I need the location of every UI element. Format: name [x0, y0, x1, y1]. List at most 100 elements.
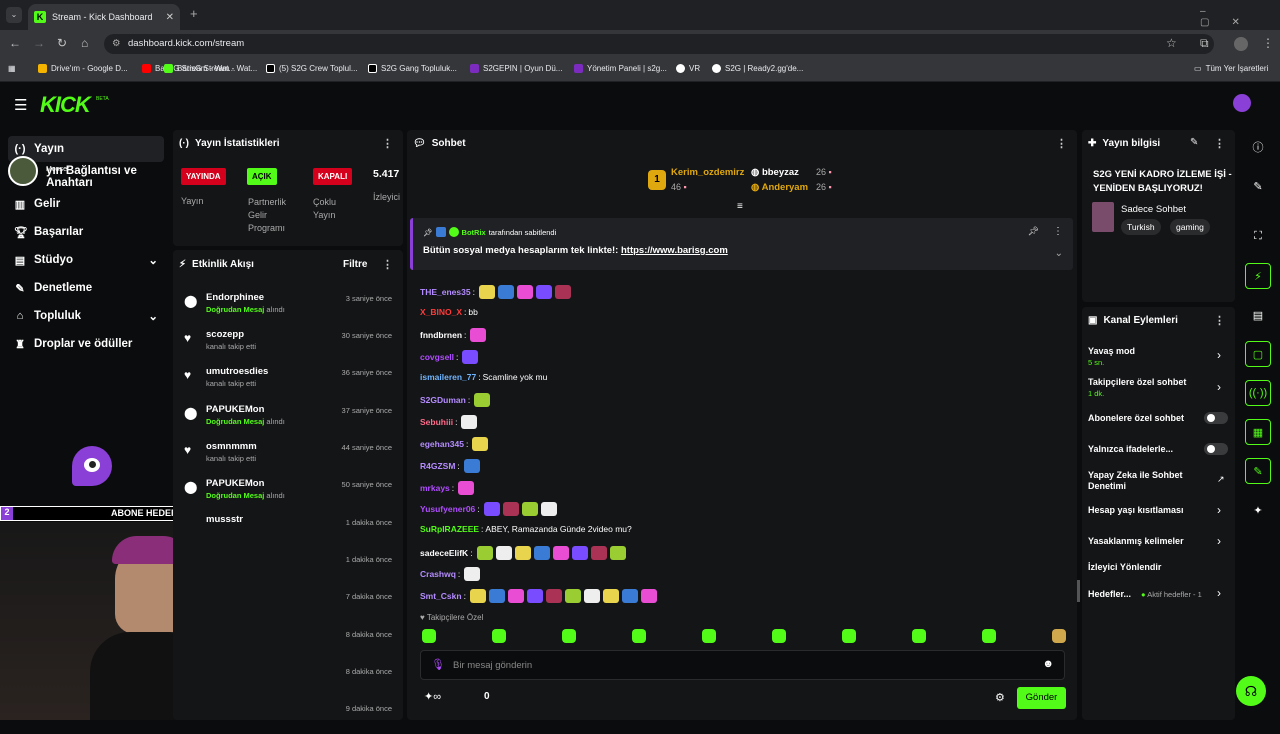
emote-icon[interactable]	[540, 502, 557, 516]
emote-icon[interactable]	[590, 546, 607, 560]
chat-username[interactable]: sadeceElifK	[420, 548, 468, 558]
activity-user[interactable]: umutroesdies	[206, 366, 268, 377]
category-name[interactable]: Sadece Sohbet	[1121, 204, 1186, 215]
chat-username[interactable]: S2GDuman	[420, 395, 466, 405]
nav-item-stream-key[interactable]: yın Bağlantısı ve Anahtarı	[8, 164, 164, 190]
wrench-icon[interactable]: ✎	[1245, 458, 1271, 484]
activity-item[interactable]: 8 dakika önce	[300, 624, 400, 660]
window-controls[interactable]: –▢✕	[1200, 6, 1280, 28]
chat-username[interactable]: Yusufyener06	[420, 504, 475, 514]
bookmark-star-icon[interactable]: ☆	[1166, 36, 1177, 50]
emote-icon[interactable]	[533, 546, 550, 560]
activity-user[interactable]: Endorphinee	[206, 292, 264, 303]
bookmark-item[interactable]: (5) S2G Crew Toplul...	[266, 64, 358, 73]
quick-emote-icon[interactable]	[772, 629, 786, 643]
filter-button[interactable]: Filtre	[343, 259, 367, 270]
chat-username[interactable]: R4GZSM	[420, 461, 455, 471]
chat-username[interactable]: fnndbrnen	[420, 330, 462, 340]
chat-username[interactable]: SuRpIRAZEEE	[420, 524, 479, 534]
chat-username[interactable]: covgsell	[420, 352, 454, 362]
banned-words-label[interactable]: Yasaklanmış kelimeler	[1088, 536, 1184, 546]
new-tab-icon[interactable]: +	[190, 6, 198, 21]
emotes-mode-toggle[interactable]	[1204, 443, 1228, 455]
age-limit-label[interactable]: Hesap yaşı kısıtlaması	[1088, 505, 1184, 515]
top-gifter-name[interactable]: Kerim_ozdemirz	[671, 167, 744, 178]
nav-item-studio[interactable]: ▤ Stüdyo ⌄	[8, 247, 164, 273]
gifter-name[interactable]: ◍ bbeyzaz	[751, 167, 799, 178]
emote-icon[interactable]	[469, 589, 486, 603]
chat-input[interactable]: 🎙︎ Bir mesaj gönderin ☻	[420, 650, 1065, 680]
user-avatar[interactable]	[1233, 94, 1251, 112]
back-icon[interactable]: ←	[9, 36, 21, 50]
nav-item-achievements[interactable]: 🏆︎ Başarılar	[8, 219, 164, 245]
more-icon[interactable]: ⋮	[1214, 314, 1225, 327]
chat-username[interactable]: X_BINO_X	[420, 307, 462, 317]
chat-username[interactable]: ismaileren_77	[420, 372, 476, 382]
menu-icon[interactable]: ⋮	[1262, 36, 1274, 50]
quick-emote-icon[interactable]	[632, 629, 646, 643]
pinned-link[interactable]: https://www.barisg.com	[621, 245, 728, 256]
bookmark-item[interactable]: BarisG Stream - Wat...	[164, 64, 257, 73]
profile-avatar[interactable]	[1234, 37, 1248, 51]
bookmark-item[interactable]: S2G Gang Topluluk...	[368, 64, 457, 73]
url-bar[interactable]: ⚙ dashboard.kick.com/stream	[104, 34, 1214, 54]
home-icon[interactable]: ⌂	[81, 36, 88, 50]
activity-user[interactable]: PAPUKEMon	[206, 478, 264, 489]
pinned-by-user[interactable]: BotRix	[462, 228, 486, 237]
activity-user[interactable]: mussstr	[206, 514, 243, 525]
activity-item[interactable]: 7 dakika önce	[300, 586, 400, 622]
send-button[interactable]: Gönder	[1017, 687, 1066, 709]
tab-list-icon[interactable]: ⌄	[6, 7, 22, 23]
quick-emote-icon[interactable]	[702, 629, 716, 643]
nav-item-drops[interactable]: ♜ Droplar ve ödüller	[8, 331, 164, 357]
chat-scrollbar[interactable]	[1077, 580, 1080, 602]
activity-item[interactable]: mussstr 1 dakika önce	[206, 512, 400, 548]
ai-mod-label[interactable]: Yapay Zeka ile Sohbet Denetimi	[1088, 470, 1198, 492]
emote-icon[interactable]	[464, 567, 481, 581]
quick-emote-icon[interactable]	[492, 629, 506, 643]
emoji-icon[interactable]: ☻	[1042, 658, 1054, 670]
nav-item-moderation[interactable]: ✎ Denetleme	[8, 275, 164, 301]
emote-icon[interactable]	[463, 459, 480, 473]
quick-emote-icon[interactable]	[842, 629, 856, 643]
reload-icon[interactable]: ↻	[57, 36, 67, 50]
chevron-right-icon[interactable]: ›	[1217, 503, 1221, 517]
browser-tab[interactable]: K Stream - Kick Dashboard ✕	[28, 4, 180, 30]
emote-icon[interactable]	[470, 328, 487, 342]
close-tab-icon[interactable]: ✕	[166, 12, 174, 23]
quick-emote-icon[interactable]	[1052, 629, 1066, 643]
nav-item-revenue[interactable]: ▥ Gelir	[8, 191, 164, 217]
emote-icon[interactable]	[521, 502, 538, 516]
quick-emote-icon[interactable]	[982, 629, 996, 643]
stats-icon[interactable]: ▦	[1245, 419, 1271, 445]
activity-user[interactable]: osmnmmm	[206, 441, 257, 452]
all-bookmarks[interactable]: ▭ Tüm Yer İşaretleri	[1194, 64, 1268, 73]
external-link-icon[interactable]: ↗	[1217, 474, 1225, 485]
unpin-icon[interactable]: 📌︎	[1028, 226, 1039, 237]
goals-label[interactable]: Hedefler...	[1088, 589, 1131, 599]
emote-icon[interactable]	[461, 415, 478, 429]
emote-icon[interactable]	[609, 546, 626, 560]
emote-icon[interactable]	[472, 437, 489, 451]
more-icon[interactable]: ⋮	[1056, 137, 1067, 150]
emote-icon[interactable]	[526, 589, 543, 603]
apps-icon[interactable]: ▦	[8, 64, 16, 73]
nav-item-community[interactable]: ⌂ Topluluk ⌄	[8, 303, 164, 329]
tag-chip[interactable]: Turkish	[1121, 219, 1161, 235]
activity-user[interactable]: PAPUKEMon	[206, 404, 264, 415]
more-icon[interactable]: ⋮	[382, 258, 393, 271]
tag-chip[interactable]: gaming	[1170, 219, 1210, 235]
emote-icon[interactable]	[514, 546, 531, 560]
emote-icon[interactable]	[507, 589, 524, 603]
redirect-label[interactable]: İzleyici Yönlendir	[1088, 562, 1161, 572]
gifter-name[interactable]: ◍ Anderyam	[751, 182, 808, 193]
kick-logo[interactable]: KICK	[40, 92, 91, 118]
emote-icon[interactable]	[476, 546, 493, 560]
chat-username[interactable]: Sebuhiii	[420, 417, 453, 427]
subs-mode-toggle[interactable]	[1204, 412, 1228, 424]
emote-icon[interactable]	[545, 589, 562, 603]
bookmark-item[interactable]: S2G | Ready2.gg'de...	[712, 64, 803, 73]
document-icon[interactable]: ▤	[1245, 302, 1271, 328]
emote-icon[interactable]	[583, 589, 600, 603]
chat-username[interactable]: mrkays	[420, 483, 450, 493]
